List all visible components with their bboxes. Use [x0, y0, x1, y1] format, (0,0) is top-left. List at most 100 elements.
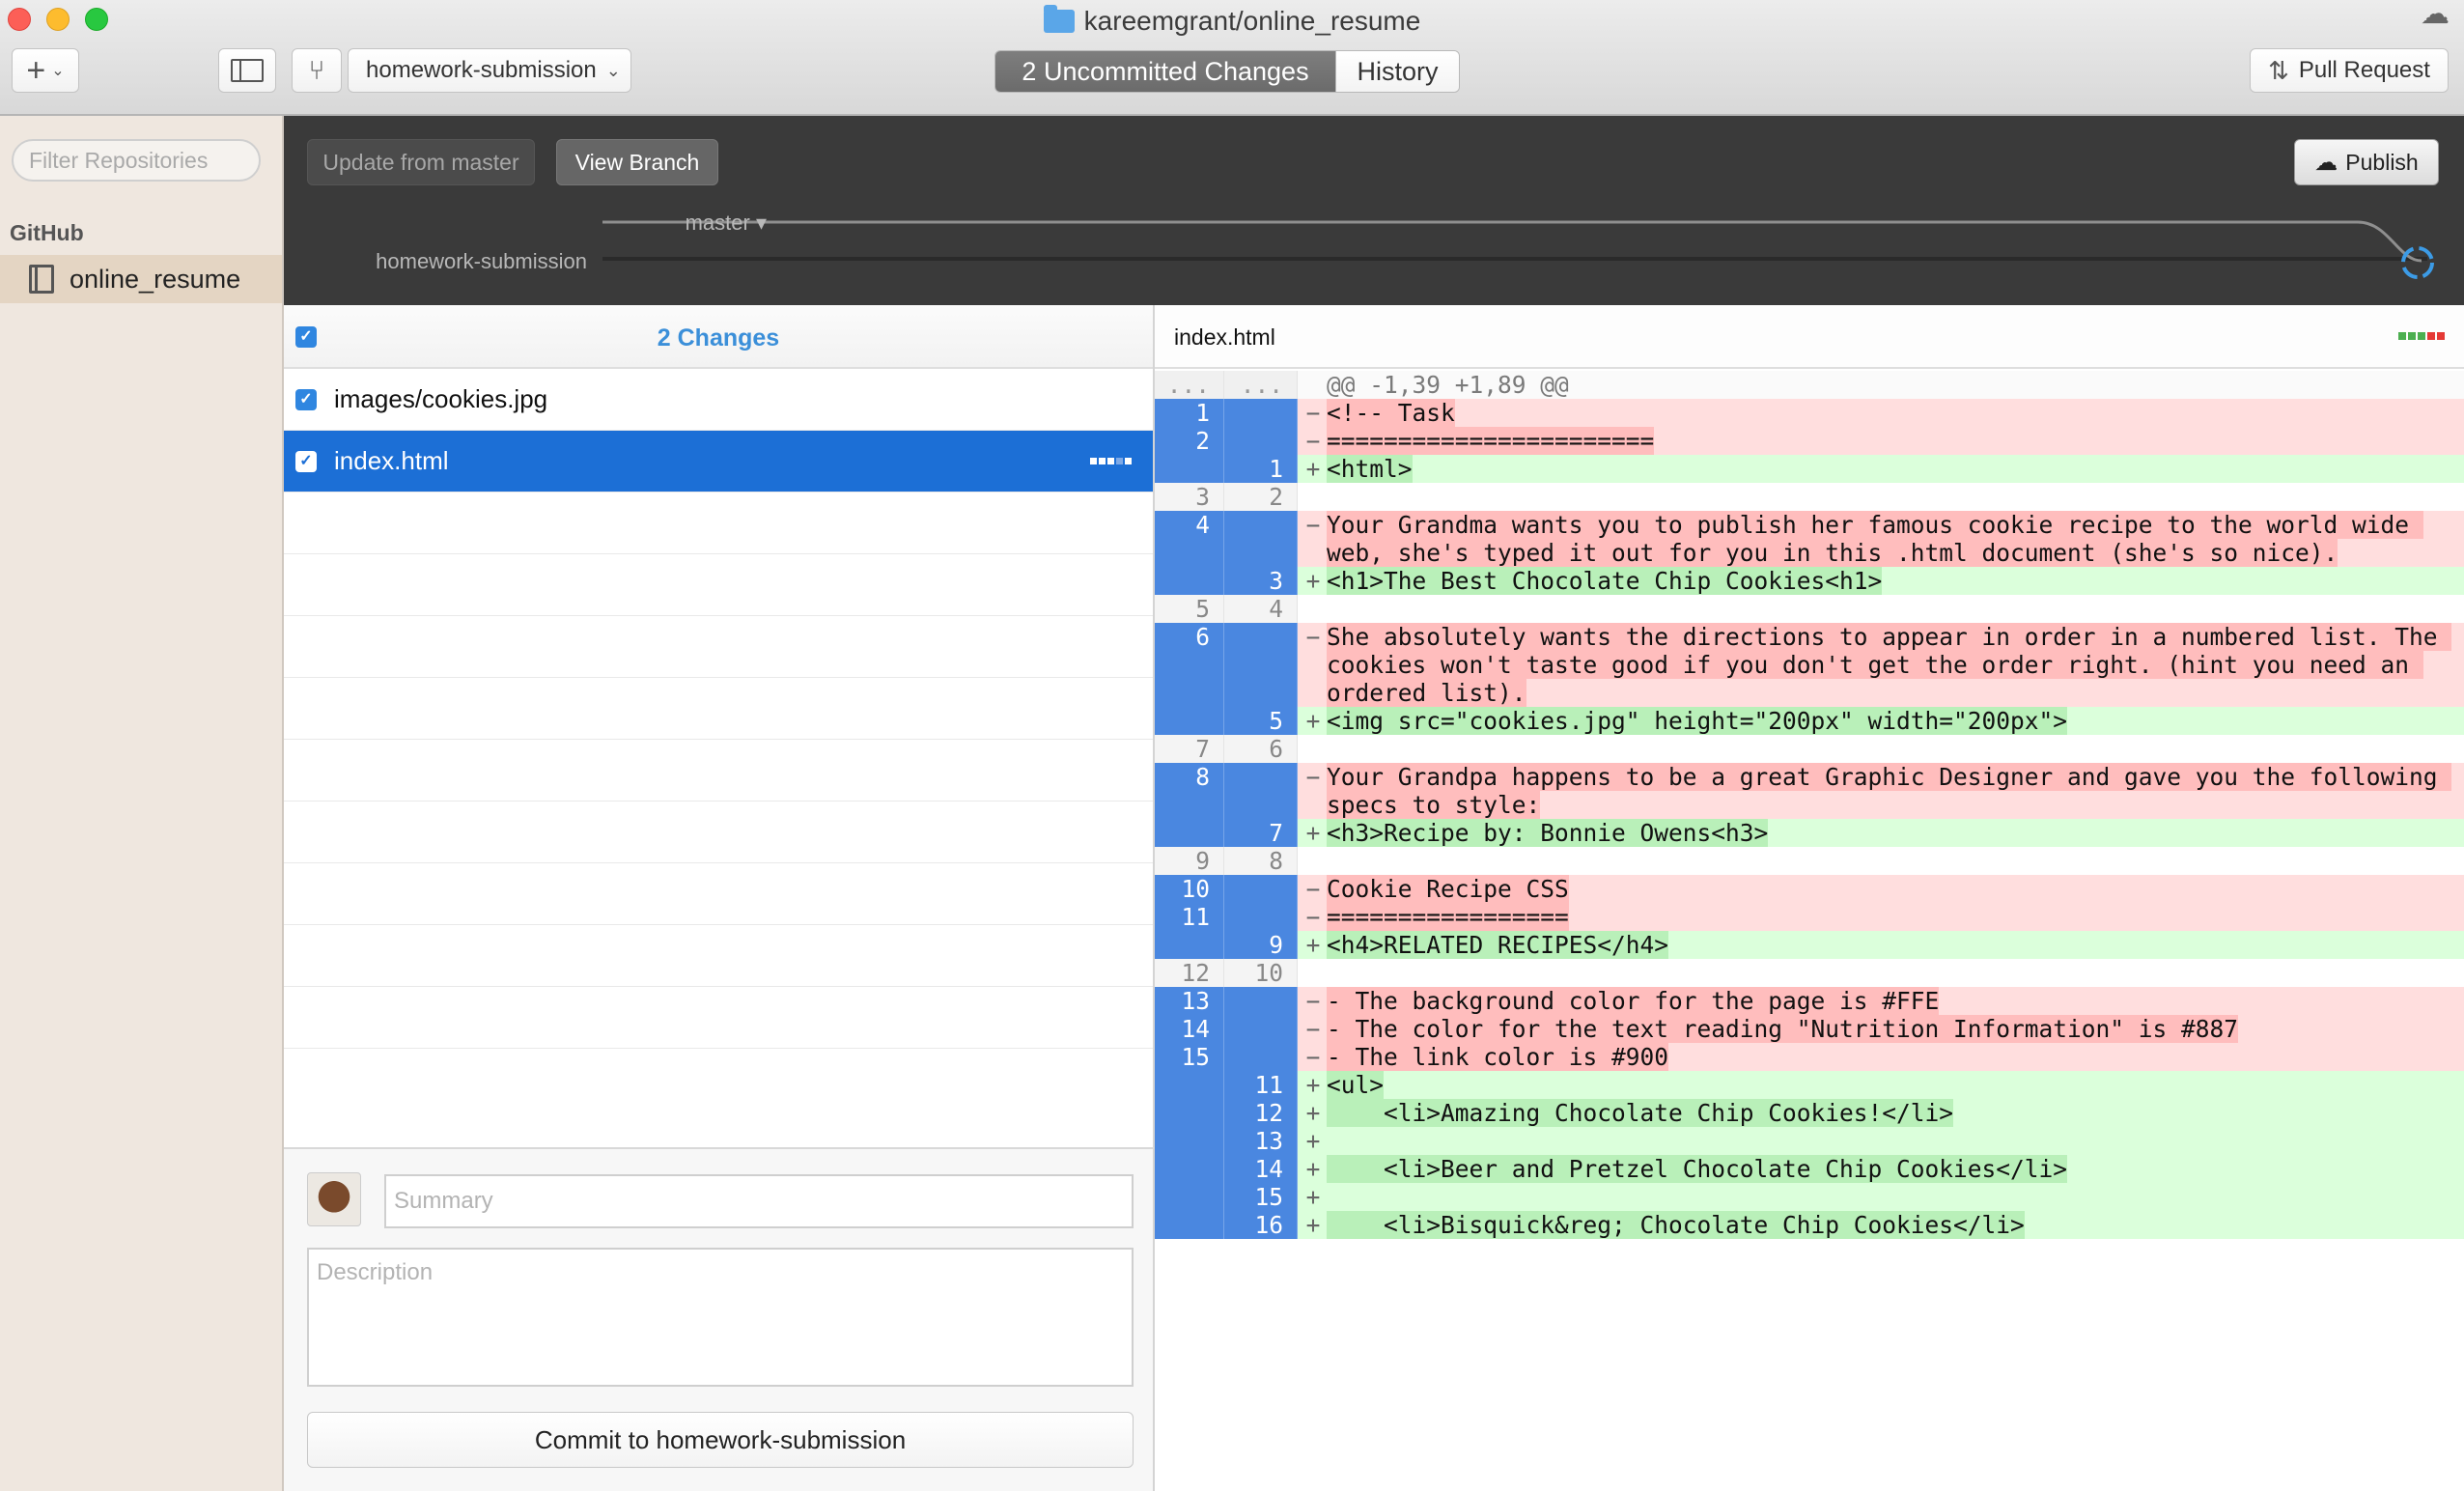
new-line-number: 14 — [1224, 1155, 1298, 1183]
diff-marker: + — [1305, 1127, 1321, 1155]
new-line-number: 12 — [1224, 1099, 1298, 1127]
file-name: images/cookies.jpg — [334, 384, 548, 413]
branch-icon: ⑂ — [308, 55, 325, 85]
old-line-number: ... — [1155, 371, 1224, 399]
update-from-master-button[interactable]: Update from master — [307, 139, 535, 185]
folder-icon — [1043, 5, 1075, 33]
diff-line-content: ======================= — [1327, 427, 1655, 455]
new-line-number: 13 — [1224, 1127, 1298, 1155]
diff-stat-indicator — [2398, 332, 2445, 340]
file-checkbox[interactable]: ✓ — [295, 451, 317, 472]
diff-line-add: 11 + <ul> — [1155, 1071, 2464, 1099]
diff-header: index.html — [1155, 305, 2464, 369]
diff-marker: − — [1305, 903, 1321, 931]
new-line-number — [1224, 623, 1298, 707]
diff-line-del: 13 − - The background color for the page i… — [1155, 987, 2464, 1015]
old-line-number: 10 — [1155, 875, 1224, 903]
diff-line-content: <!-- Task — [1327, 399, 1455, 427]
changes-count: 2 Changes — [657, 324, 780, 352]
diff-body[interactable]: ...... @@ -1,39 +1,89 @@ 1− <!-- Task 2− ====… — [1155, 371, 2464, 1239]
old-line-number: 1 — [1155, 399, 1224, 427]
new-line-number: 5 — [1224, 707, 1298, 735]
new-line-number: 16 — [1224, 1211, 1298, 1239]
branch-status-icon — [2401, 246, 2434, 279]
old-line-number — [1155, 1071, 1224, 1099]
tab-uncommitted-changes[interactable]: 2 Uncommitted Changes — [995, 51, 1335, 92]
diff-line-hunk: ...... @@ -1,39 +1,89 @@ — [1155, 371, 2464, 399]
summary-input[interactable] — [384, 1174, 1134, 1228]
file-row-index-html[interactable]: ✓ index.html — [284, 431, 1153, 492]
diff-line-text: - The background color for the page is #… — [1321, 987, 2464, 1015]
old-line-number — [1155, 455, 1224, 483]
diff-line-content: Your Grandpa happens to be a great Graph… — [1327, 763, 2452, 819]
old-line-number: 8 — [1155, 763, 1224, 819]
diff-line-text: <h4>RELATED RECIPES</h4> — [1321, 931, 2464, 959]
diff-marker: − — [1305, 763, 1321, 791]
diff-line-text: <li>Amazing Chocolate Chip Cookies!</li> — [1321, 1099, 2464, 1127]
branch-bar: Update from master View Branch ☁ Publish… — [284, 116, 2464, 305]
old-line-number: 12 — [1155, 959, 1224, 987]
new-line-number: ... — [1224, 371, 1298, 399]
diff-stat-indicator — [1090, 458, 1132, 464]
diff-line-add: 9 + <h4>RELATED RECIPES</h4> — [1155, 931, 2464, 959]
diff-line-add: 15 + — [1155, 1183, 2464, 1211]
window-title: kareemgrant/online_resume — [0, 4, 2464, 39]
cloud-sync-icon[interactable]: ☁ — [2416, 0, 2454, 29]
diff-marker — [1298, 371, 1321, 399]
diff-line-text — [1321, 735, 2464, 763]
diff-line-ctx: 54 — [1155, 595, 2464, 623]
diff-line-text: <h1>The Best Chocolate Chip Cookies<h1> — [1321, 567, 2464, 595]
master-branch-label[interactable]: master ▾ — [477, 211, 767, 236]
diff-line-text: - The link color is #900 — [1321, 1043, 2464, 1071]
filter-repositories-input[interactable]: Filter Repositories — [12, 139, 261, 182]
diff-line-text: <li>Bisquick&reg; Chocolate Chip Cookies… — [1321, 1211, 2464, 1239]
sidebar-item-online-resume[interactable]: online_resume — [0, 255, 282, 303]
empty-row — [284, 616, 1153, 678]
old-line-number: 9 — [1155, 847, 1224, 875]
create-branch-button[interactable]: ⑂ — [292, 48, 342, 93]
old-line-number: 15 — [1155, 1043, 1224, 1071]
chevron-down-icon: ⌄ — [605, 60, 621, 80]
branch-merge-curve — [2357, 220, 2422, 263]
old-line-number: 6 — [1155, 623, 1224, 707]
description-input[interactable] — [307, 1248, 1134, 1387]
repo-icon — [29, 265, 54, 294]
commit-button[interactable]: Commit to homework-submission — [307, 1412, 1134, 1468]
pull-request-button[interactable]: ⇅ Pull Request — [2250, 48, 2449, 93]
commit-area: Commit to homework-submission — [284, 1147, 1155, 1491]
diff-line-content: - The color for the text reading "Nutrit… — [1327, 1015, 2239, 1043]
diff-marker — [1298, 595, 1321, 623]
diff-line-text — [1321, 847, 2464, 875]
diff-line-text — [1321, 1183, 2464, 1211]
diff-line-add: 5 + <img src="cookies.jpg" height="200px" … — [1155, 707, 2464, 735]
diff-line-content: <li>Amazing Chocolate Chip Cookies!</li> — [1327, 1099, 1954, 1127]
diff-line-text — [1321, 483, 2464, 511]
diff-line-content: <h1>The Best Chocolate Chip Cookies<h1> — [1327, 567, 1883, 595]
title-bar: kareemgrant/online_resume ☁ + ⌄ ⑂ homewo… — [0, 0, 2464, 116]
diff-marker — [1298, 959, 1321, 987]
cloud-upload-icon: ☁ — [2314, 149, 2338, 176]
new-line-number: 8 — [1224, 847, 1298, 875]
publish-button[interactable]: ☁ Publish — [2294, 139, 2439, 185]
diff-line-text: <html> — [1321, 455, 2464, 483]
sidebar-item-label: online_resume — [70, 264, 241, 294]
diff-line-ctx: 76 — [1155, 735, 2464, 763]
add-repository-button[interactable]: + ⌄ — [12, 48, 79, 93]
new-line-number — [1224, 399, 1298, 427]
sidebar-icon — [231, 59, 264, 82]
tab-history[interactable]: History — [1335, 51, 1459, 92]
file-row-cookies-jpg[interactable]: ✓ images/cookies.jpg — [284, 369, 1153, 431]
diff-marker: − — [1305, 623, 1321, 651]
diff-line-text: Your Grandpa happens to be a great Graph… — [1321, 763, 2464, 819]
sidebar-toggle-button[interactable] — [218, 48, 276, 93]
diff-line-ctx: 98 — [1155, 847, 2464, 875]
diff-line-add: 12 + <li>Amazing Chocolate Chip Cookies!<… — [1155, 1099, 2464, 1127]
diff-marker: + — [1305, 819, 1321, 847]
new-line-number — [1224, 511, 1298, 567]
file-checkbox[interactable]: ✓ — [295, 389, 317, 410]
diff-line-content: - The link color is #900 — [1327, 1043, 1669, 1071]
view-branch-button[interactable]: View Branch — [556, 139, 718, 185]
branch-select[interactable]: homework-submission ⌄ — [348, 48, 631, 93]
diff-marker: − — [1305, 987, 1321, 1015]
diff-line-del: 10 − Cookie Recipe CSS — [1155, 875, 2464, 903]
